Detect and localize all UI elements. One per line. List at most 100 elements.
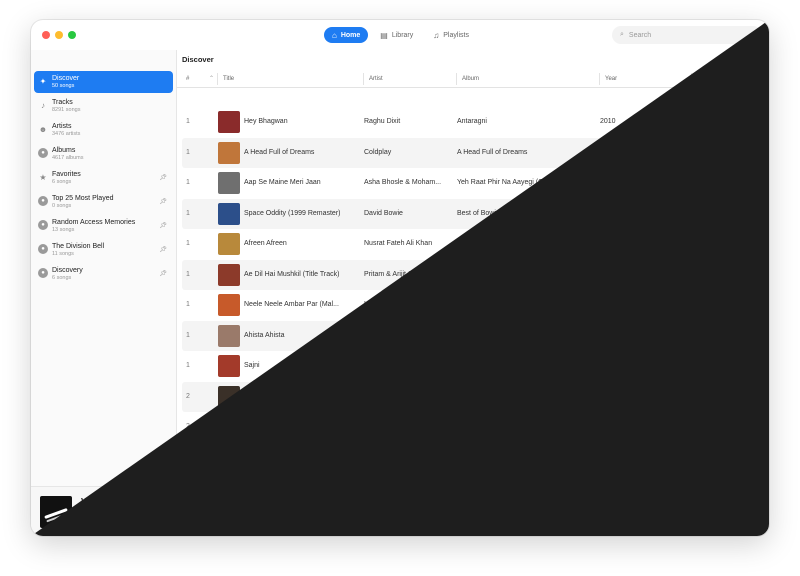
next-track-icon[interactable]: ▶▶ (417, 497, 431, 508)
track-artist: Himesh Reshammiya (364, 332, 431, 339)
volume-icon[interactable]: 🔈︎ (666, 506, 671, 516)
search-placeholder: Search (628, 31, 652, 39)
now-playing-album[interactable]: Discovery (81, 520, 110, 527)
pin-icon[interactable]: 📌︎ (159, 222, 167, 229)
now-playing-title[interactable]: Veridis Quo (81, 496, 128, 506)
disc-icon: ● (38, 244, 48, 254)
table-row[interactable]: 1 Ahista Ahista Himesh Reshammiya Ahista… (182, 321, 764, 351)
track-number: 2 (186, 454, 190, 461)
sidebar-item-top-25[interactable]: ● Top 25 Most Played 0 songs 📌︎ (34, 191, 173, 213)
table-row[interactable]: 1 Neele Neele Ambar Par (Mal... Kalyanji… (182, 290, 764, 320)
table-row[interactable]: 1 Space Oddity (1999 Remaster) David Bow… (182, 199, 764, 229)
sidebar-item-albums[interactable]: ● Albums 4617 albums (34, 143, 173, 165)
now-playing-artwork[interactable] (40, 496, 72, 528)
track-duration: 5:48 (692, 240, 706, 247)
track-album: Sajni - Single (457, 362, 499, 369)
player-bar: Veridis Quo ★ Daft Punk Discovery ⇄ ◀◀ ▶… (31, 486, 769, 536)
shuffle-icon[interactable]: ⇄ (349, 497, 357, 508)
pin-icon[interactable]: 📌︎ (159, 270, 167, 277)
sidebar-item-division-bell[interactable]: ● The Division Bell 11 songs 📌︎ (34, 239, 173, 261)
pin-icon[interactable]: 📌︎ (159, 174, 167, 181)
close-window-button[interactable] (42, 31, 50, 39)
tab-home[interactable]: ⌂ Home (324, 27, 369, 43)
disc-icon: ● (38, 268, 48, 278)
track-duration: 6:41 (692, 423, 706, 430)
repeat-icon[interactable]: ⟲ (441, 497, 449, 508)
sort-ascending-icon[interactable]: ⌃ (209, 73, 214, 85)
track-number: 1 (186, 332, 190, 339)
table-row[interactable]: 2 Temple of Thought Poets of the Fall Te… (182, 382, 764, 412)
minimize-window-button[interactable] (55, 31, 63, 39)
sidebar-item-subtitle: 4617 albums (52, 155, 84, 161)
track-duration: 4:35 (692, 393, 706, 400)
tab-library-label: Library (391, 31, 414, 39)
album-art-image (218, 416, 240, 438)
track-year: 2009 (600, 240, 616, 247)
sidebar-item-subtitle: 13 songs (52, 227, 75, 233)
column-header-year[interactable]: Year (605, 73, 617, 85)
column-header-artist[interactable]: Artist (369, 73, 383, 85)
column-header-number[interactable]: # (186, 73, 189, 85)
sidebar-item-tracks[interactable]: ♪ Tracks 8291 songs (34, 95, 173, 117)
track-title: Temple of Thought (244, 393, 302, 400)
total-time: 5:45 (513, 523, 525, 529)
column-header-album[interactable]: Album (462, 73, 479, 85)
track-album: Rangeela (Original Motion Picture Sou... (457, 423, 583, 430)
track-year: 2010 (600, 118, 616, 125)
now-playing-artist[interactable]: Daft Punk (81, 510, 110, 517)
play-button[interactable]: ▶ (389, 496, 409, 516)
pin-icon[interactable]: 📌︎ (159, 198, 167, 205)
track-duration: 4:28 (692, 271, 706, 278)
track-number: 1 (186, 301, 190, 308)
track-artist: Nusrat Fateh Ali Khan (364, 240, 433, 247)
track-title: Dhun Laagi (244, 454, 280, 461)
search-input[interactable]: ⌕ Search (612, 26, 762, 44)
favorite-star-icon[interactable]: ★ (126, 495, 134, 506)
track-artist: Sachin-Jigar, Siddharth... (364, 454, 443, 461)
zoom-window-button[interactable] (68, 31, 76, 39)
previous-track-icon[interactable]: ◀◀ (368, 497, 382, 508)
track-number: 2 (186, 423, 190, 430)
track-number: 1 (186, 240, 190, 247)
sidebar-item-title: Albums (52, 147, 76, 154)
table-row[interactable]: 1 A Head Full of Dreams Coldplay A Head … (182, 138, 764, 168)
sidebar-item-artists[interactable]: ☻ Artists 3476 artists (34, 119, 173, 141)
sidebar-item-favorites[interactable]: ★ Favorites 6 songs 📌︎ (34, 167, 173, 189)
page-title: Discover (182, 55, 214, 64)
table-row[interactable]: 2 Dhun Laagi Sachin-Jigar, Siddharth... … (182, 443, 764, 473)
sidebar-item-title: Random Access Memories (52, 219, 136, 226)
tab-playlists[interactable]: ♫ Playlists (425, 27, 477, 43)
progress-slider[interactable] (291, 525, 509, 527)
track-year: 2016 (600, 271, 616, 278)
sidebar-item-discover[interactable]: ✦ Discover 50 songs (34, 71, 173, 93)
pin-icon[interactable]: 📌︎ (159, 246, 167, 253)
table-row[interactable]: 1 Aap Se Maine Meri Jaan Asha Bhosle & M… (182, 168, 764, 198)
sidebar-item-discovery[interactable]: ● Discovery 6 songs 📌︎ (34, 263, 173, 285)
table-row[interactable]: 2 Hai Rama Swarnalata, Hariharan... Rang… (182, 412, 764, 442)
track-title: Afreen Afreen (244, 240, 287, 247)
title-bar: ⌂ Home ▤ Library ♫ Playlists ⌕ Search (31, 20, 769, 50)
sidebar-item-random-access-memories[interactable]: ● Random Access Memories 13 songs 📌︎ (34, 215, 173, 237)
table-row[interactable]: 1 Afreen Afreen Nusrat Fateh Ali Khan Sa… (182, 229, 764, 259)
filter-icon[interactable]: ≡ (754, 55, 759, 64)
main-content: Discover ≡ # ⌃ Title Artist Album Year D… (177, 50, 769, 486)
track-number: 2 (186, 393, 190, 400)
table-row[interactable]: 1 Hey Bhagwan Raghu Dixit Antaragni 2010… (182, 107, 764, 137)
track-title: Hai Rama (244, 423, 276, 430)
volume-slider[interactable] (681, 507, 733, 515)
track-title: Sajni (244, 362, 260, 369)
sidebar-item-title: Tracks (52, 99, 73, 106)
volume-knob[interactable] (722, 507, 731, 515)
column-header-duration[interactable]: Duration (697, 73, 720, 85)
track-year: 1995 (600, 423, 616, 430)
album-art-image (218, 447, 240, 469)
note-icon: ♪ (41, 100, 45, 110)
table-row[interactable]: 1 Sajni The Yellow Diary Sajni - Single … (182, 351, 764, 381)
tab-library[interactable]: ▤ Library (372, 27, 421, 43)
queue-button[interactable]: ☰ (741, 502, 757, 518)
track-number: 1 (186, 118, 190, 125)
table-row[interactable]: 1 Ae Dil Hai Mushkil (Title Track) Prita… (182, 260, 764, 290)
table-row[interactable]: 2 Ankhon Hi Ankhon Mein Mohit Chauhan Em… (182, 473, 764, 486)
column-header-title[interactable]: Title (223, 73, 234, 85)
tab-playlists-label: Playlists (443, 31, 469, 39)
